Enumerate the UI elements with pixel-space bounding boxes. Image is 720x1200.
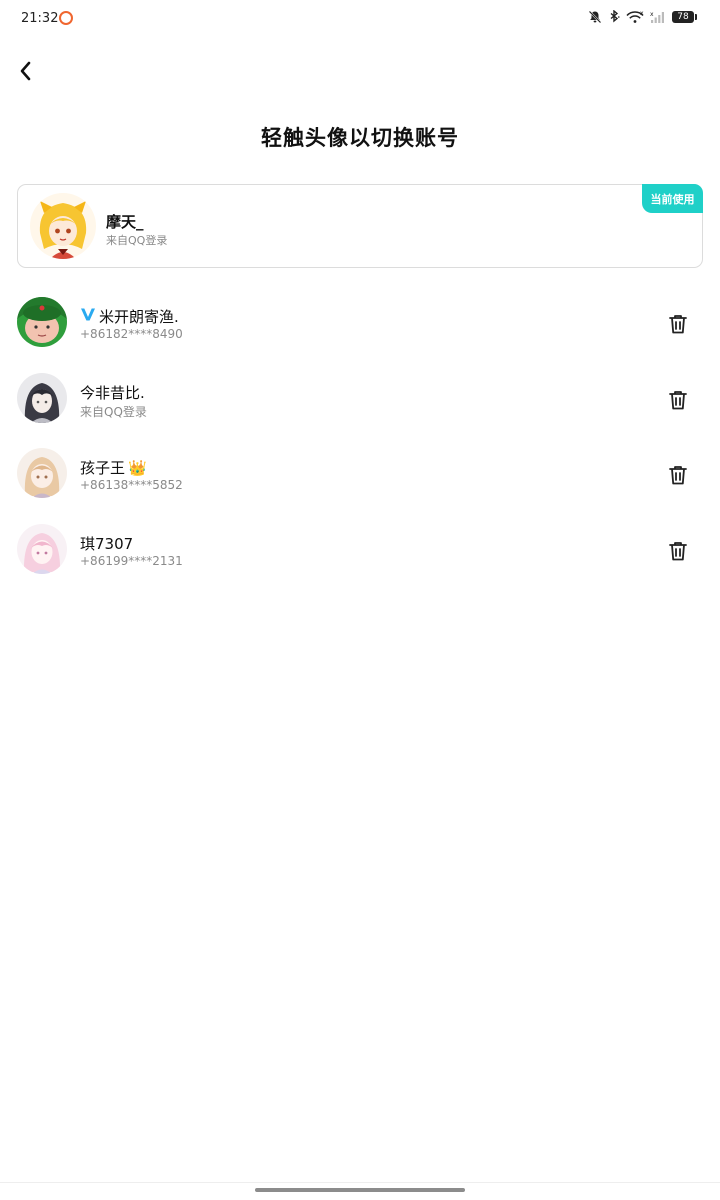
avatar[interactable] [30, 193, 96, 259]
status-icons: x x 78 [588, 10, 697, 24]
avatar[interactable] [17, 523, 67, 574]
delete-button[interactable] [664, 537, 692, 565]
page-title: 轻触头像以切换账号 [261, 126, 459, 150]
trash-icon [669, 390, 687, 409]
trash-icon [669, 466, 687, 485]
account-name: 米开朗寄渔. [80, 306, 179, 327]
account-name-text: 孩子王 [80, 459, 126, 477]
account-phone: +86138****5852 [80, 478, 183, 492]
delete-button[interactable] [664, 461, 692, 489]
account-name-text: 米开朗寄渔. [99, 308, 179, 326]
account-login-source: 来自QQ登录 [80, 404, 147, 419]
current-account-name: 摩天_ [106, 213, 144, 231]
trash-icon [669, 541, 687, 560]
bottom-divider [0, 1182, 720, 1183]
avatar[interactable] [17, 297, 67, 347]
account-name: 孩子王 👑 [80, 457, 147, 478]
crown-badge: 👑 [128, 458, 147, 477]
bell-off-icon [588, 10, 602, 24]
delete-button[interactable] [664, 310, 692, 338]
account-row[interactable]: 米开朗寄渔. +86182****8490 [0, 286, 720, 362]
back-button[interactable] [10, 56, 40, 86]
account-name: 今非昔比. [80, 382, 145, 403]
chevron-left-icon [20, 61, 31, 81]
account-phone: +86199****2131 [80, 553, 183, 568]
avatar[interactable] [17, 372, 67, 423]
current-badge: 当前使用 [642, 184, 703, 213]
account-list: 米开朗寄渔. +86182****8490 今非昔比. 来自QQ登录 孩子王 👑… [0, 286, 720, 588]
svg-text:x: x [640, 10, 644, 17]
account-row[interactable]: 琪7307 +86199****2131 [0, 513, 720, 589]
bluetooth-icon [608, 10, 620, 24]
recording-ring-icon [59, 11, 73, 25]
account-name-text: 琪7307 [80, 534, 134, 553]
battery-icon: 78 [672, 11, 697, 23]
account-name: 琪7307 [80, 533, 133, 554]
account-row[interactable]: 孩子王 👑 +86138****5852 [0, 437, 720, 513]
current-account-card[interactable]: 当前使用 摩天_ 来自QQ登录 [17, 184, 703, 268]
account-row[interactable]: 今非昔比. 来自QQ登录 [0, 362, 720, 438]
status-time: 21:32 [21, 11, 59, 26]
account-name-text: 今非昔比. [80, 383, 145, 402]
account-phone: +86182****8490 [80, 327, 183, 341]
svg-text:x: x [650, 11, 654, 18]
no-signal-icon: x [650, 10, 666, 24]
trash-icon [669, 315, 687, 334]
wifi-icon: x [626, 10, 644, 24]
status-bar: 21:32 x x 78 [0, 0, 720, 40]
verified-v-icon [80, 307, 96, 326]
home-indicator[interactable] [255, 1188, 465, 1192]
avatar[interactable] [17, 448, 67, 498]
delete-button[interactable] [664, 386, 692, 414]
current-account-login-source: 来自QQ登录 [106, 234, 168, 247]
